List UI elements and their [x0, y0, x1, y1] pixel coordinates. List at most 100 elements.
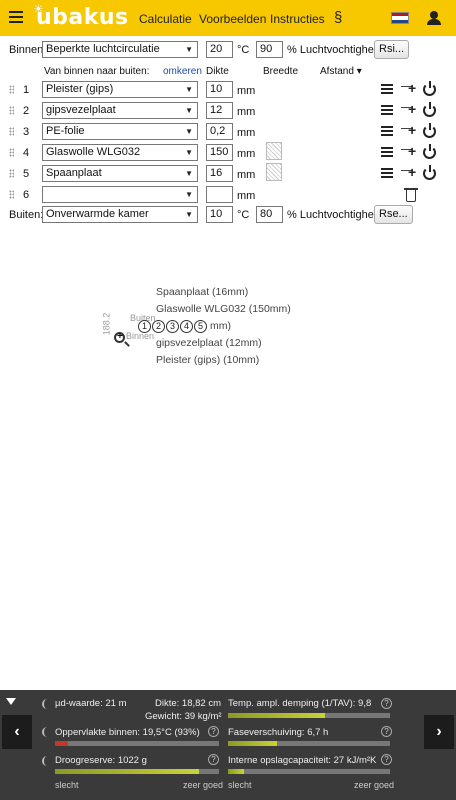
insert-layer-icon[interactable]: + [401, 101, 417, 118]
collapse-icon[interactable] [6, 698, 16, 705]
scroll-edge [42, 727, 47, 737]
nav-voorbeelden[interactable]: Voorbeelden [199, 12, 266, 26]
power-toggle-icon[interactable] [423, 165, 436, 180]
layer-number: 1 [23, 84, 30, 96]
layer-material-select[interactable]: PE-folie ▼ [42, 123, 198, 140]
layer-thickness-input[interactable]: 10 [206, 81, 233, 98]
temp-damping-label: Temp. ampl. demping (1/TAV): 9,8 [228, 698, 372, 709]
drag-handle-icon[interactable] [9, 190, 14, 199]
layer-thickness-input[interactable]: 150 [206, 144, 233, 161]
power-toggle-icon[interactable] [423, 144, 436, 159]
drag-handle-icon[interactable] [9, 169, 14, 178]
layer-menu-icon[interactable] [381, 168, 393, 179]
drag-handle-icon[interactable] [9, 148, 14, 157]
insert-layer-icon[interactable]: + [401, 143, 417, 160]
width-header[interactable]: Breedte [263, 66, 298, 77]
inside-temp-input[interactable]: 20 [206, 41, 233, 58]
layer-circle[interactable]: 5 [194, 320, 207, 333]
inside-label: Binnen: [9, 44, 47, 56]
logo[interactable]: ☀ ubakus [33, 2, 129, 30]
next-button[interactable]: › [424, 715, 454, 749]
help-icon[interactable]: ? [208, 754, 219, 765]
layer-material-select[interactable]: Glaswolle WLG032 ▼ [42, 144, 198, 161]
chevron-down-icon: ▼ [185, 45, 193, 54]
inside-rh-input[interactable]: 90 [256, 41, 283, 58]
rsi-button[interactable]: Rsi... [374, 40, 410, 59]
outside-temp-input[interactable]: 10 [206, 206, 233, 223]
layer-thickness-input[interactable]: 12 [206, 102, 233, 119]
temp-damping-bar [228, 713, 390, 718]
temp-damping-fill [228, 713, 326, 718]
zoom-in-icon[interactable]: + [114, 331, 125, 343]
layer-material-select[interactable]: ▼ [42, 186, 198, 203]
layer-thickness-input[interactable]: 16 [206, 165, 233, 182]
inside-rh-label: % Luchtvochtigheid [287, 44, 383, 56]
help-icon[interactable]: ? [208, 726, 219, 737]
chevron-down-icon: ▼ [185, 85, 193, 94]
power-toggle-icon[interactable] [423, 102, 436, 117]
layer-material-select[interactable]: Spaanplaat ▼ [42, 165, 198, 182]
help-icon[interactable]: ? [381, 754, 392, 765]
layer-number: 4 [23, 147, 30, 159]
chevron-down-icon: ▼ [185, 190, 193, 199]
insert-layer-icon[interactable]: + [401, 80, 417, 97]
user-icon[interactable] [427, 11, 441, 25]
drag-handle-icon[interactable] [9, 85, 14, 94]
scale-bad-label: slecht [55, 780, 79, 790]
diagram-layer-label: gipsvezelplaat (12mm) [156, 337, 262, 349]
insulation-pattern-icon[interactable] [266, 163, 282, 181]
nav-instructies[interactable]: Instructies [270, 12, 325, 26]
scroll-edge [42, 756, 47, 766]
layer-circle[interactable]: 2 [152, 320, 165, 333]
diagram-layer-label: mm) [210, 320, 231, 332]
power-toggle-icon[interactable] [423, 123, 436, 138]
layer-material-select[interactable]: Pleister (gips) ▼ [42, 81, 198, 98]
reverse-link[interactable]: omkeren [163, 66, 202, 77]
layer-menu-icon[interactable] [381, 126, 393, 137]
dutch-flag-icon[interactable] [391, 12, 409, 24]
layer-menu-icon[interactable] [381, 105, 393, 116]
sd-value: µd-waarde: 21 m [55, 698, 127, 709]
help-icon[interactable]: ? [381, 698, 392, 709]
nav-legal[interactable]: § [334, 9, 342, 26]
diagram-scale-label: 188.2 [101, 312, 112, 336]
layer-thickness-unit: mm [237, 190, 256, 202]
layer-thickness-input[interactable] [206, 186, 233, 203]
layer-menu-icon[interactable] [381, 84, 393, 95]
flag-stripe-blue [392, 19, 408, 23]
layer-circle[interactable]: 1 [138, 320, 151, 333]
layer-circle[interactable]: 3 [166, 320, 179, 333]
trash-icon[interactable] [404, 188, 418, 202]
outside-type-select[interactable]: Onverwarmde kamer ▼ [42, 206, 198, 223]
layer-material-select[interactable]: gipsvezelplaat ▼ [42, 102, 198, 119]
layer-thickness-input[interactable]: 0,2 [206, 123, 233, 140]
insert-layer-icon[interactable]: + [401, 122, 417, 139]
scale-good-label: zeer goed [183, 780, 224, 790]
insert-layer-icon[interactable]: + [401, 164, 417, 181]
rse-button[interactable]: Rse... [374, 205, 413, 224]
help-icon[interactable]: ? [381, 726, 392, 737]
diagram-inside-label: Binnen [126, 331, 155, 341]
layer-menu-icon[interactable] [381, 147, 393, 158]
drag-handle-icon[interactable] [9, 127, 14, 136]
inside-type-select[interactable]: Beperkte luchtcirculatie ▼ [42, 41, 198, 58]
outside-label: Buiten: [9, 209, 44, 221]
layer-number: 5 [23, 168, 30, 180]
layer-circle[interactable]: 4 [180, 320, 193, 333]
prev-button[interactable]: ‹ [2, 715, 32, 749]
surface-inside-label: Oppervlakte binnen: 19,5°C (93%) [55, 727, 200, 738]
insulation-pattern-icon[interactable] [266, 142, 282, 160]
inside-temp-unit: °C [237, 44, 250, 56]
drag-handle-icon[interactable] [9, 106, 14, 115]
power-toggle-icon[interactable] [423, 81, 436, 96]
layer-number: 6 [23, 189, 30, 201]
outside-rh-input[interactable]: 80 [256, 206, 283, 223]
menu-icon[interactable] [9, 11, 23, 23]
nav-calculatie[interactable]: Calculatie [139, 12, 192, 26]
diagram-layer-label: Glaswolle WLG032 (150mm) [156, 303, 291, 315]
phase-shift-bar [228, 741, 390, 746]
layer-thickness-unit: mm [237, 85, 256, 97]
chevron-down-icon: ▼ [185, 148, 193, 157]
distance-header[interactable]: Afstand ▾ [320, 66, 362, 77]
outside-rh-label: % Luchtvochtigheid [287, 209, 383, 221]
